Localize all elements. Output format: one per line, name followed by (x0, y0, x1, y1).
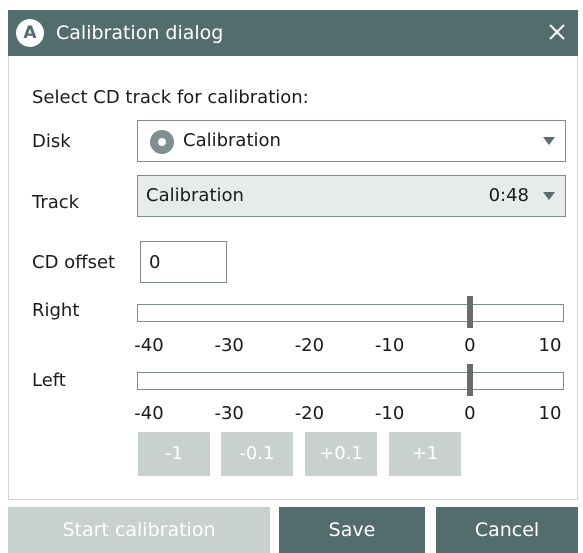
left-level-marker (466, 364, 473, 396)
scale-tick: -10 (374, 403, 405, 424)
left-level-meter (137, 372, 564, 390)
cancel-button[interactable]: Cancel (436, 507, 578, 553)
scale-tick: -30 (214, 403, 244, 424)
disk-dropdown[interactable]: Calibration (137, 120, 566, 162)
disk-selected-value: Calibration (183, 130, 281, 151)
disc-icon (150, 130, 174, 154)
start-calibration-button[interactable]: Start calibration (8, 507, 270, 553)
disk-label: Disk (32, 131, 71, 152)
step-plus-0-1-button[interactable]: +0.1 (305, 432, 377, 476)
scale-tick: 10 (538, 335, 562, 356)
right-level-meter (137, 304, 564, 322)
scale-tick: -20 (294, 335, 325, 356)
close-icon[interactable] (540, 15, 574, 49)
right-channel-label: Right (32, 300, 80, 321)
scale-tick: 0 (464, 403, 476, 424)
left-channel-label: Left (32, 370, 66, 391)
dialog-title: Calibration dialog (56, 22, 224, 44)
track-duration: 0:48 (488, 185, 529, 206)
app-logo-icon: A (16, 19, 44, 47)
scale-tick: -20 (294, 403, 325, 424)
calibration-dialog: A Calibration dialog Select CD track for… (8, 10, 578, 553)
chevron-down-icon (543, 192, 555, 200)
right-level-marker (466, 296, 473, 328)
cd-offset-label: CD offset (32, 252, 116, 273)
scale-tick: 10 (538, 403, 562, 424)
step-minus-1-button[interactable]: -1 (138, 432, 210, 476)
scale-tick: -30 (214, 335, 244, 356)
track-selected-value: Calibration (146, 185, 244, 206)
instruction-text: Select CD track for calibration: (32, 87, 309, 108)
step-minus-0-1-button[interactable]: -0.1 (221, 432, 293, 476)
track-label: Track (32, 192, 80, 213)
scale-tick: -10 (374, 335, 405, 356)
save-button[interactable]: Save (279, 507, 425, 553)
scale-tick: -40 (134, 403, 164, 424)
cd-offset-input[interactable] (140, 241, 227, 283)
title-bar: A Calibration dialog (8, 10, 578, 56)
step-plus-1-button[interactable]: +1 (389, 432, 461, 476)
scale-tick: -40 (134, 335, 164, 356)
chevron-down-icon (543, 137, 555, 145)
track-dropdown[interactable]: Calibration 0:48 (137, 175, 566, 217)
scale-tick: 0 (464, 335, 476, 356)
